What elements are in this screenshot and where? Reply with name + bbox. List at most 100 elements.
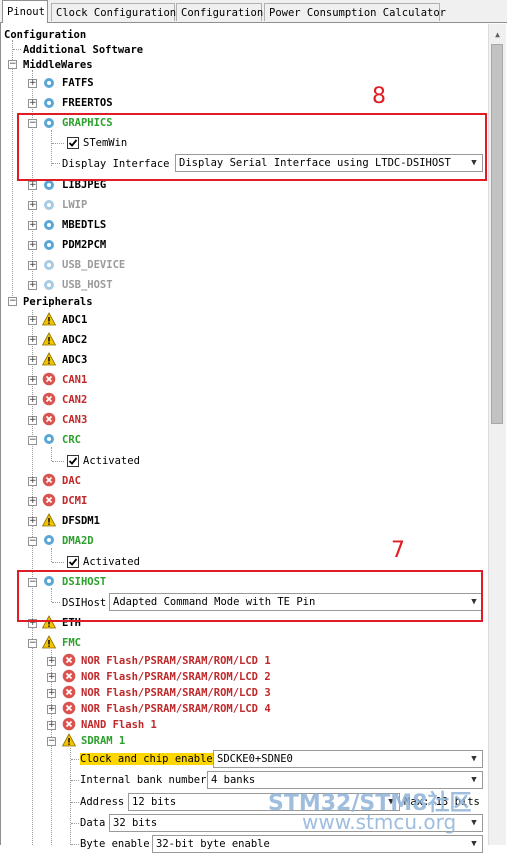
tree-item-freertos[interactable]: FREERTOS xyxy=(62,95,113,111)
tree-item-sdram-1[interactable]: SDRAM 1 xyxy=(81,733,125,749)
tree-item-nor-lcd-4[interactable]: NOR Flash/PSRAM/SRAM/ROM/LCD 4 xyxy=(81,701,271,717)
tree-item-dfsdm1[interactable]: DFSDM1 xyxy=(62,513,100,529)
tree-line xyxy=(51,548,52,562)
tab-configuration[interactable]: Configuration xyxy=(176,3,263,21)
address-label: Address xyxy=(80,796,125,808)
tree-item-can3[interactable]: CAN3 xyxy=(62,412,87,428)
tree-item-dac[interactable]: DAC xyxy=(62,473,81,489)
tree-item-can2[interactable]: CAN2 xyxy=(62,392,87,408)
expand-icon[interactable]: + xyxy=(47,673,56,682)
dma2d-activated-label: Activated xyxy=(83,556,140,568)
clock-chip-enable-value: SDCKE0+SDNE0 xyxy=(217,753,293,765)
tree-item-lwip[interactable]: LWIP xyxy=(62,197,87,213)
collapse-icon[interactable]: − xyxy=(28,639,37,648)
expand-icon[interactable]: + xyxy=(28,99,37,108)
error-icon xyxy=(42,493,56,507)
expand-icon[interactable]: + xyxy=(28,497,37,506)
tree-item-nand-flash-1[interactable]: NAND Flash 1 xyxy=(81,717,157,733)
collapse-icon[interactable]: − xyxy=(47,737,56,746)
tree-item-dma2d[interactable]: DMA2D xyxy=(62,533,94,549)
data-width-label: Data xyxy=(80,817,106,829)
tree-item-can1[interactable]: CAN1 xyxy=(62,372,87,388)
warning-icon xyxy=(42,513,56,527)
tree-item-fmc[interactable]: FMC xyxy=(62,635,81,651)
tab-power-consumption[interactable]: Power Consumption Calculator xyxy=(264,3,446,21)
expand-icon[interactable]: + xyxy=(28,181,37,190)
annotation-box-7 xyxy=(17,570,483,622)
tree-item-adc2[interactable]: ADC2 xyxy=(62,332,87,348)
collapse-icon[interactable]: − xyxy=(28,436,37,445)
error-icon xyxy=(62,717,76,731)
expand-icon[interactable]: + xyxy=(28,517,37,526)
crc-activated-checkbox[interactable] xyxy=(67,455,79,467)
gear-icon xyxy=(44,98,54,108)
byte-enable-value: 32-bit byte enable xyxy=(156,838,270,850)
collapse-icon[interactable]: − xyxy=(28,537,37,546)
expand-icon[interactable]: + xyxy=(28,316,37,325)
data-width-value: 32 bits xyxy=(113,817,158,829)
error-icon xyxy=(62,669,76,683)
tree-item-pdm2pcm[interactable]: PDM2PCM xyxy=(62,237,106,253)
expand-icon[interactable]: + xyxy=(28,356,37,365)
tree-item-mbedtls[interactable]: MBEDTLS xyxy=(62,217,106,233)
warning-icon xyxy=(42,312,56,326)
expand-icon[interactable]: + xyxy=(28,396,37,405)
tree-item-usb-device[interactable]: USB_DEVICE xyxy=(62,257,125,273)
expand-icon[interactable]: + xyxy=(47,705,56,714)
tree-line xyxy=(13,49,21,50)
warning-icon xyxy=(42,352,56,366)
tab-pinout[interactable]: Pinout xyxy=(2,0,48,23)
expand-icon[interactable]: + xyxy=(28,336,37,345)
expand-icon[interactable]: + xyxy=(28,221,37,230)
error-icon xyxy=(62,653,76,667)
tree-item-peripherals[interactable]: Peripherals xyxy=(23,294,93,310)
expand-icon[interactable]: + xyxy=(28,201,37,210)
clock-chip-enable-select[interactable]: SDCKE0+SDNE0 ▼ xyxy=(213,750,483,768)
collapse-icon[interactable]: − xyxy=(8,297,17,306)
byte-enable-select[interactable]: 32-bit byte enable ▼ xyxy=(152,835,483,853)
tree-item-additional-software[interactable]: Additional Software xyxy=(23,42,143,58)
tree-item-crc[interactable]: CRC xyxy=(62,432,81,448)
expand-icon[interactable]: + xyxy=(28,376,37,385)
tree-line xyxy=(71,780,79,781)
scroll-up-arrow-icon[interactable]: ▲ xyxy=(489,26,506,43)
expand-icon[interactable]: + xyxy=(28,79,37,88)
tree-line xyxy=(71,802,79,803)
tree-root-configuration[interactable]: Configuration xyxy=(4,27,86,43)
tree-line xyxy=(12,40,13,302)
expand-icon[interactable]: + xyxy=(28,261,37,270)
dma2d-activated-checkbox[interactable] xyxy=(67,556,79,568)
tree-item-nor-lcd-1[interactable]: NOR Flash/PSRAM/SRAM/ROM/LCD 1 xyxy=(81,653,271,669)
vertical-scrollbar[interactable]: ▲ xyxy=(488,24,506,845)
expand-icon[interactable]: + xyxy=(28,241,37,250)
gear-icon xyxy=(44,280,54,290)
expand-icon[interactable]: + xyxy=(28,477,37,486)
annotation-box-8 xyxy=(17,113,487,181)
tree-line xyxy=(71,759,79,760)
tree-item-middlewares[interactable]: MiddleWares xyxy=(23,57,93,73)
chevron-down-icon: ▼ xyxy=(471,754,477,764)
expand-icon[interactable]: + xyxy=(28,281,37,290)
tree-line xyxy=(51,447,52,461)
expand-icon[interactable]: + xyxy=(47,689,56,698)
tree-item-dcmi[interactable]: DCMI xyxy=(62,493,87,509)
tree-item-nor-lcd-2[interactable]: NOR Flash/PSRAM/SRAM/ROM/LCD 2 xyxy=(81,669,271,685)
gear-icon xyxy=(44,260,54,270)
clock-chip-enable-label: Clock and chip enable xyxy=(80,753,213,765)
warning-icon xyxy=(42,635,56,649)
expand-icon[interactable]: + xyxy=(47,721,56,730)
tree-item-adc3[interactable]: ADC3 xyxy=(62,352,87,368)
tree-item-adc1[interactable]: ADC1 xyxy=(62,312,87,328)
tab-clock-configuration[interactable]: Clock Configuration xyxy=(51,3,176,21)
chevron-down-icon: ▼ xyxy=(471,839,477,849)
expand-icon[interactable]: + xyxy=(28,416,37,425)
tree-item-fatfs[interactable]: FATFS xyxy=(62,75,94,91)
scrollbar-thumb[interactable] xyxy=(491,44,503,424)
tab-bar: Pinout Clock Configuration Configuration… xyxy=(0,0,507,23)
expand-icon[interactable]: + xyxy=(47,657,56,666)
tree-item-nor-lcd-3[interactable]: NOR Flash/PSRAM/SRAM/ROM/LCD 3 xyxy=(81,685,271,701)
collapse-icon[interactable]: − xyxy=(8,60,17,69)
gear-icon xyxy=(44,535,54,545)
error-icon xyxy=(62,701,76,715)
tree-item-usb-host[interactable]: USB_HOST xyxy=(62,277,113,293)
